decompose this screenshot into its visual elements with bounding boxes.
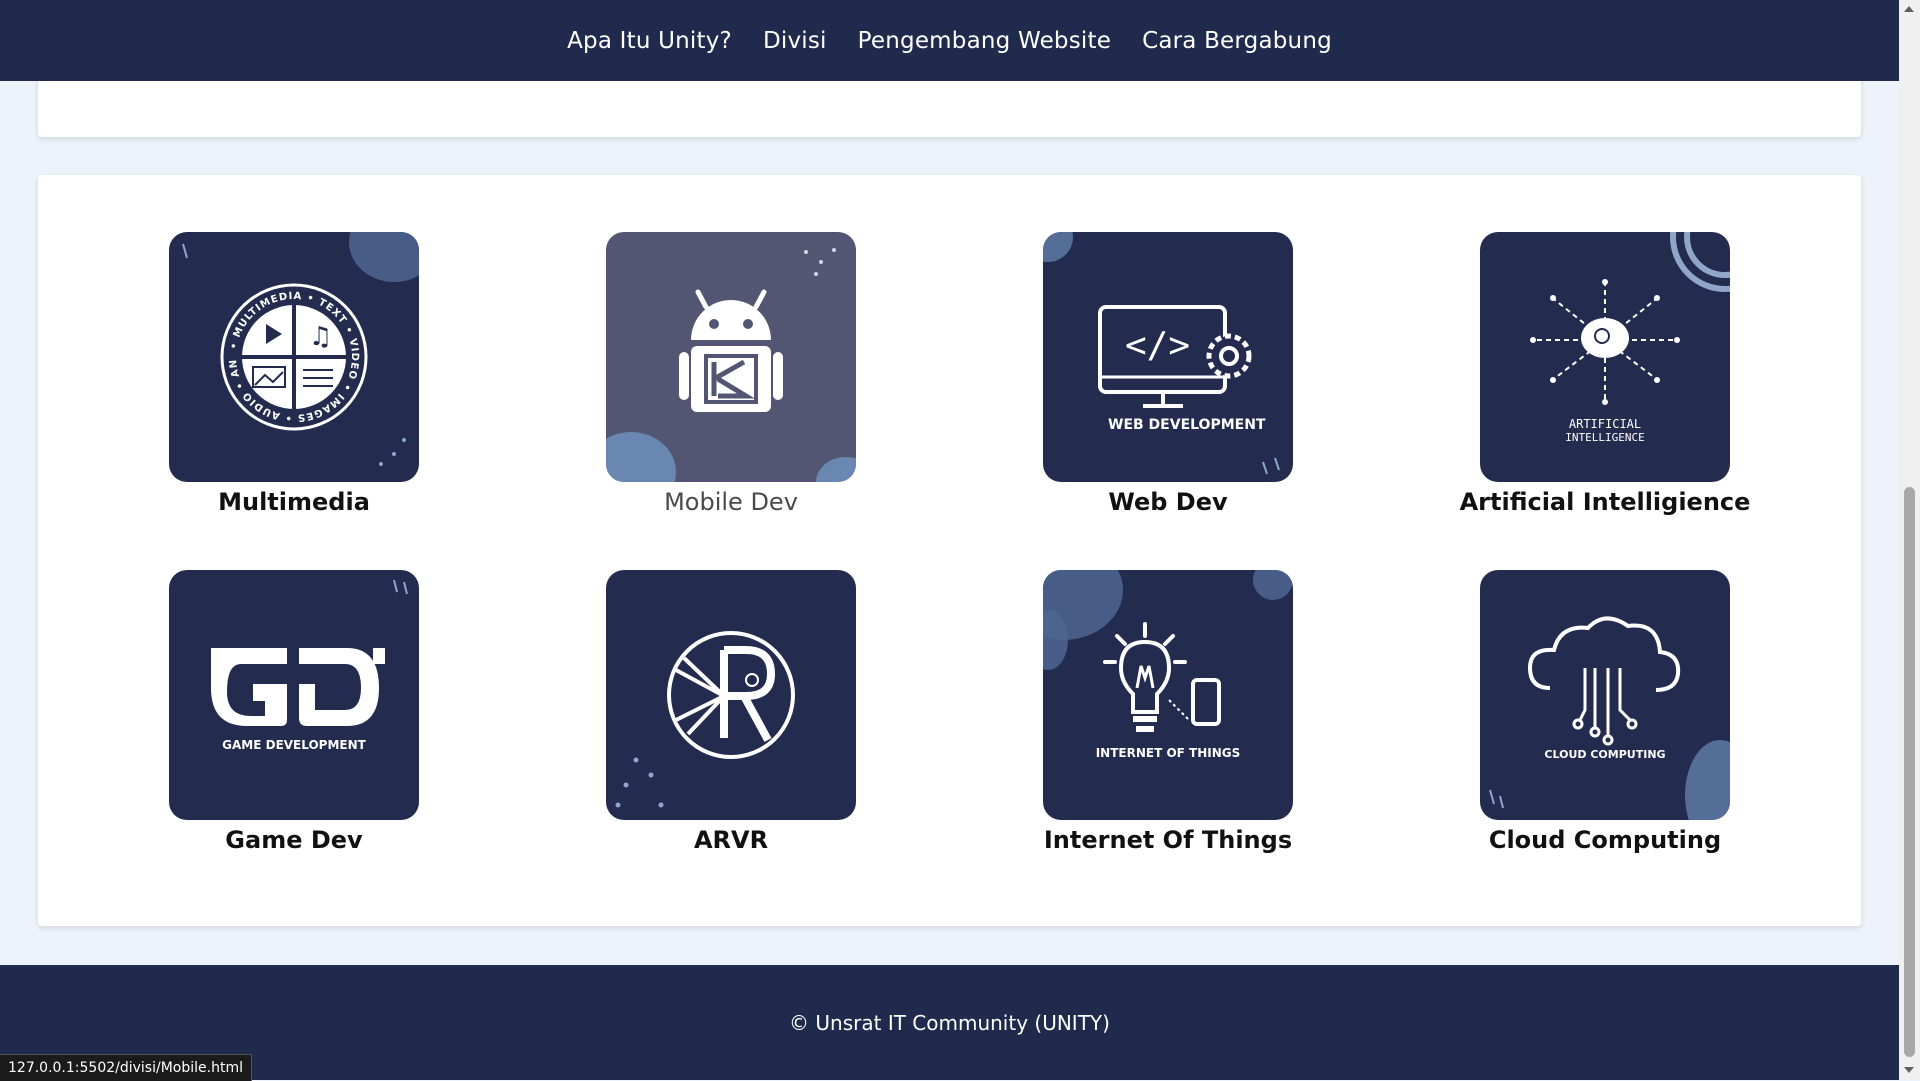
nav-link-cara-bergabung[interactable]: Cara Bergabung bbox=[1142, 28, 1332, 54]
multimedia-logo-icon: ♫ • MULTIMEDIA • TEXT • VIDEO • IMAGES •… bbox=[169, 232, 419, 482]
division-label: Cloud Computing bbox=[1488, 826, 1722, 854]
web-dev-logo-text: WEB DEVELOPMENT bbox=[1108, 417, 1266, 433]
web-development-logo-icon: </> WEB DEVELOPMENT bbox=[1043, 232, 1293, 482]
iot-logo-text: INTERNET OF THINGS bbox=[1096, 746, 1241, 760]
division-label: Game Dev bbox=[225, 826, 363, 854]
game-development-logo-icon: GAME DEVELOPMENT bbox=[169, 570, 419, 820]
cloud-computing-logo-icon: CLOUD COMPUTING bbox=[1480, 570, 1730, 820]
division-tile-internet-of-things[interactable]: INTERNET OF THINGS Internet Of Things bbox=[1043, 570, 1293, 854]
footer-copyright: © Unsrat IT Community (UNITY) bbox=[789, 1010, 1110, 1035]
division-tile-arvr[interactable]: ARVR bbox=[606, 570, 856, 854]
division-label: Web Dev bbox=[1108, 488, 1228, 516]
division-label: Artificial Intelligience bbox=[1459, 488, 1751, 516]
browser-status-url: 127.0.0.1:5502/divisi/Mobile.html bbox=[0, 1054, 252, 1081]
nav-link-divisi[interactable]: Divisi bbox=[763, 28, 827, 54]
ai-logo-text-line-2: INTELLIGENCE bbox=[1565, 431, 1644, 444]
division-tile-artificial-intelligence[interactable]: ARTIFICIAL INTELLIGENCE Artificial Intel… bbox=[1460, 232, 1750, 516]
division-tile-game-dev[interactable]: GAME DEVELOPMENT Game Dev bbox=[169, 570, 419, 854]
scroll-down-icon[interactable] bbox=[1904, 1067, 1914, 1073]
internet-of-things-logo-icon: INTERNET OF THINGS bbox=[1043, 570, 1293, 820]
game-dev-logo-text: GAME DEVELOPMENT bbox=[222, 738, 366, 752]
division-label: Multimedia bbox=[218, 488, 370, 516]
top-navbar: Apa Itu Unity? Divisi Pengembang Website… bbox=[0, 0, 1899, 81]
android-logo-icon bbox=[606, 232, 856, 482]
division-label: ARVR bbox=[693, 826, 769, 854]
nav-link-apa-itu-unity[interactable]: Apa Itu Unity? bbox=[567, 28, 732, 54]
scrollbar-thumb[interactable] bbox=[1904, 487, 1915, 1057]
nav-link-pengembang-website[interactable]: Pengembang Website bbox=[858, 28, 1111, 54]
svg-text:♫: ♫ bbox=[309, 322, 332, 352]
division-label: Internet Of Things bbox=[1043, 826, 1293, 854]
division-label: Mobile Dev bbox=[664, 488, 798, 516]
multimedia-logo-svg: ♫ • MULTIMEDIA • TEXT • VIDEO • IMAGES •… bbox=[169, 232, 406, 466]
division-tile-cloud-computing[interactable]: CLOUD COMPUTING Cloud Computing bbox=[1480, 570, 1730, 854]
division-tile-multimedia[interactable]: ♫ • MULTIMEDIA • TEXT • VIDEO • IMAGES •… bbox=[169, 232, 419, 516]
vertical-scrollbar[interactable] bbox=[1899, 0, 1920, 1080]
cloud-logo-text: CLOUD COMPUTING bbox=[1544, 748, 1665, 761]
scroll-up-icon[interactable] bbox=[1904, 6, 1914, 12]
artificial-intelligence-logo-icon: ARTIFICIAL INTELLIGENCE bbox=[1480, 232, 1730, 482]
footer: © Unsrat IT Community (UNITY) bbox=[0, 965, 1899, 1080]
svg-text:</>: </> bbox=[1125, 325, 1190, 366]
divisions-card: ♫ • MULTIMEDIA • TEXT • VIDEO • IMAGES •… bbox=[38, 175, 1861, 926]
division-tile-mobile-dev[interactable]: Mobile Dev bbox=[606, 232, 856, 516]
division-tile-web-dev[interactable]: </> WEB DEVELOPMENT Web Dev bbox=[1043, 232, 1293, 516]
arvr-logo-icon bbox=[606, 570, 856, 820]
ai-logo-text-line-1: ARTIFICIAL bbox=[1569, 417, 1641, 431]
